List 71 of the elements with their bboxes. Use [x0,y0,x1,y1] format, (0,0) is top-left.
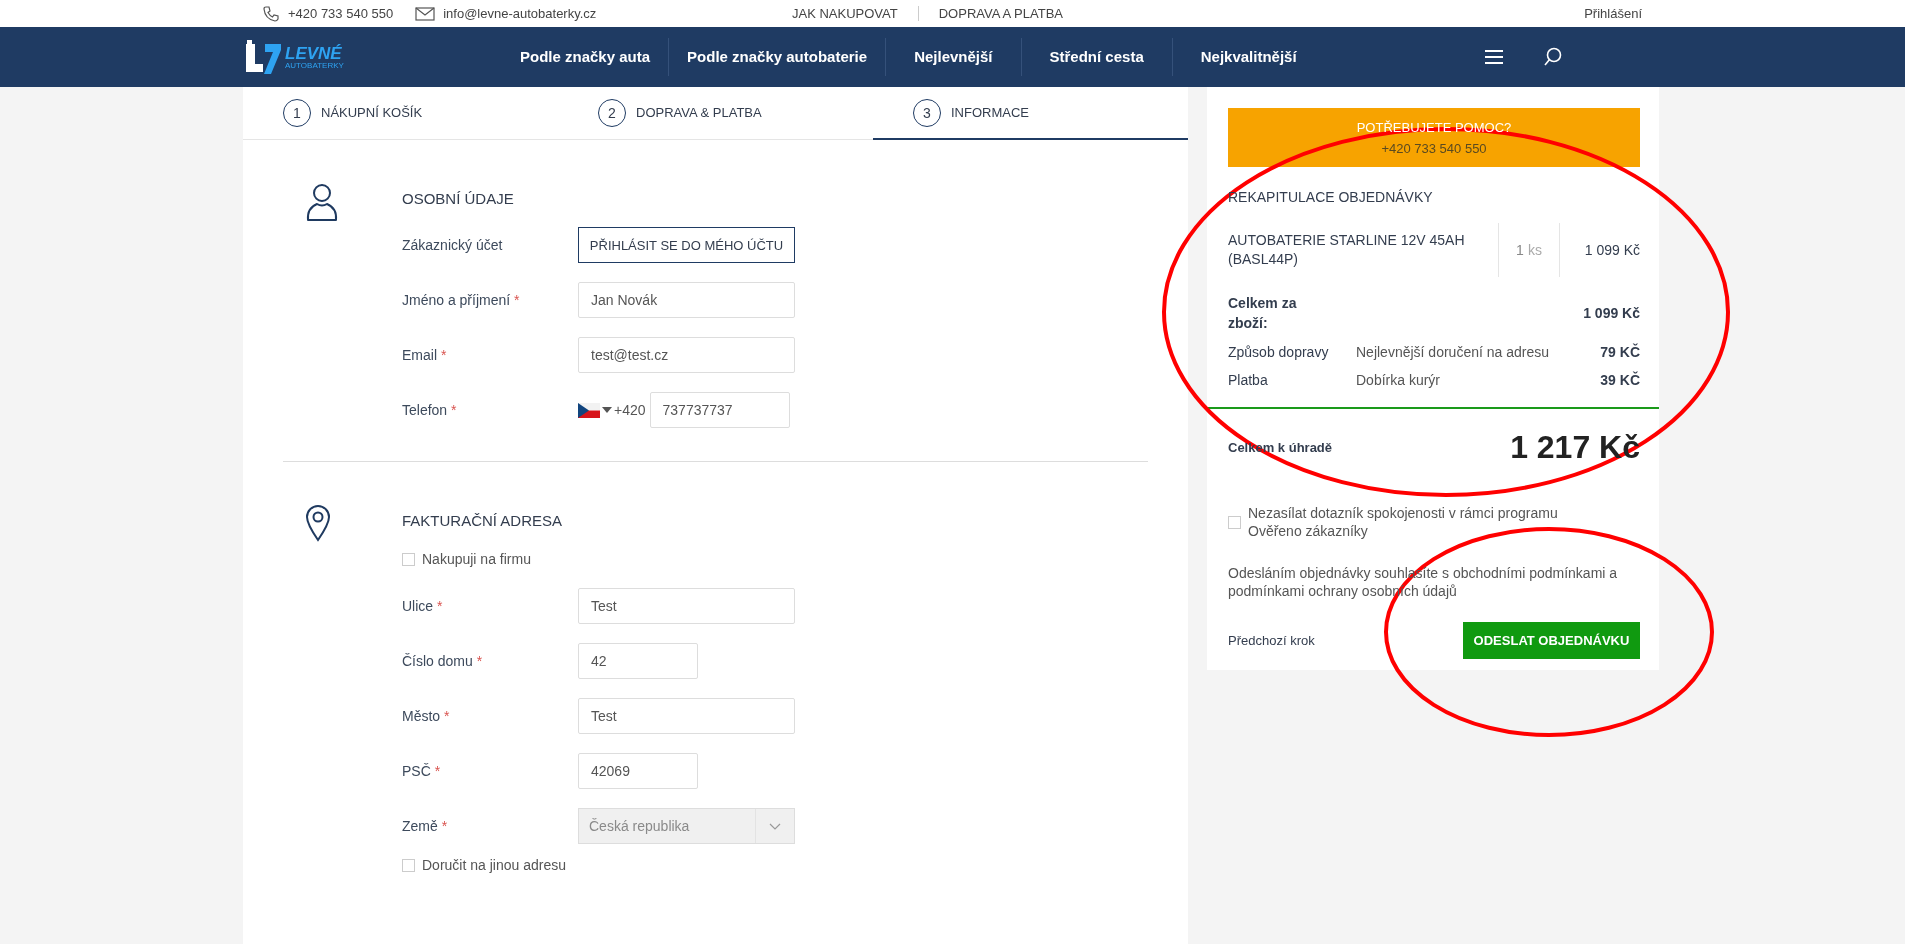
submit-order-button[interactable]: ODESLAT OBJEDNÁVKU [1463,622,1640,659]
email-link[interactable]: info@levne-autobaterky.cz [443,6,597,21]
checkbox[interactable] [1228,515,1241,529]
field-label: PSČ * [402,763,442,779]
fee-value: 79 KČ [1600,344,1640,360]
help-phone: +420 733 540 550 [1381,140,1487,156]
phone-link[interactable]: +420 733 540 550 [288,6,394,21]
product-name: AUTOBATERIE STARLINE 12V 45AH (BASL44P) [1228,231,1466,269]
checkbox-label: Nakupuji na firmu [422,551,531,567]
menu-item[interactable]: Nejkvalitnější [1171,38,1325,76]
phone-icon [262,4,280,23]
logo[interactable]: LEVNÉ AUTOBATERKY [243,38,502,76]
checkbox-label: Nezasílat dotazník spokojenosti v rámci programu Ověřeno zákazníky [1248,504,1559,540]
step-label: NÁKUPNÍ KOŠÍK [321,105,423,120]
input-field[interactable]: Test [578,698,795,734]
field-label: Číslo domu * [402,653,484,669]
field-label: Jméno a příjmení * [402,292,521,308]
field-label: Země * [402,818,449,834]
nav-link[interactable]: DOPRAVA A PLATBA [917,6,1083,21]
fee-detail: Nejlevnější doručení na adresu [1356,344,1550,360]
fee-detail: Dobírka kurýr [1356,372,1442,388]
chevron-down-icon [769,822,781,830]
battery-logo-icon [243,38,283,76]
checkout-step-tab[interactable]: 3 INFORMACE [873,87,1188,140]
checkbox[interactable] [402,552,415,566]
fee-label: Platba [1228,372,1269,388]
location-pin-icon [305,504,331,542]
envelope-icon [415,6,436,21]
fee-value: 39 KČ [1600,372,1640,388]
back-link[interactable]: Předchozí krok [1228,633,1315,648]
czech-flag-icon [578,402,600,418]
login-button[interactable]: PŘIHLÁSIT SE DO MÉHO ÚČTU [578,227,795,263]
caret-icon [602,407,612,413]
step-label: INFORMACE [951,105,1029,120]
step-label: DOPRAVA & PLATBA [636,105,762,120]
menu-item[interactable]: Podle značky autobaterie [668,38,886,76]
field-label: Město * [402,708,451,724]
checkbox[interactable] [402,858,415,872]
menu-item[interactable]: Podle značky auta [502,38,669,76]
phone-field[interactable]: 737737737 [649,392,790,428]
search-icon[interactable] [1542,47,1563,67]
login-link[interactable]: Přihlášení [1584,6,1642,21]
input-field[interactable]: 42069 [578,753,698,789]
field-label: Email * [402,347,448,363]
field-label: Telefon * [402,402,458,418]
dial-code: +420 [614,402,646,418]
section-heading: FAKTURAČNÍ ADRESA [402,512,564,529]
subtotal-label: Celkem za zboží: [1228,294,1298,333]
input-field[interactable]: Jan Novák [578,282,795,318]
field-label: Ulice * [402,598,444,614]
person-icon [305,182,339,222]
section-heading: OSOBNÍ ÚDAJE [402,190,515,207]
checkbox-label: Doručit na jinou adresu [422,857,566,873]
product-price: 1 099 Kč [1583,242,1640,258]
checkout-step-tab[interactable]: 1 NÁKUPNÍ KOŠÍK [243,87,558,140]
menu-icon[interactable] [1484,50,1503,64]
summary-heading: REKAPITULACE OBJEDNÁVKY [1228,189,1434,205]
checkout-step-tab[interactable]: 2 DOPRAVA & PLATBA [558,87,873,140]
fee-label: Způsob dopravy [1228,344,1330,360]
logo-text: LEVNÉ [285,44,343,62]
input-field[interactable]: test@test.cz [578,337,795,373]
field-label: Zákaznický účet [402,237,504,253]
logo-subtext: AUTOBATERKY [285,61,344,70]
input-field[interactable]: 42 [578,643,698,679]
country-code-picker[interactable]: +420 [578,402,646,418]
subtotal-value: 1 099 Kč [1583,305,1640,321]
menu-item[interactable]: Střední cesta [1020,38,1172,76]
nav-link[interactable]: JAK NAKUPOVAT [792,6,918,21]
quantity: 1 ks [1498,223,1560,277]
menu-item[interactable]: Nejlevnější [885,38,1021,76]
input-field[interactable]: Test [578,588,795,624]
